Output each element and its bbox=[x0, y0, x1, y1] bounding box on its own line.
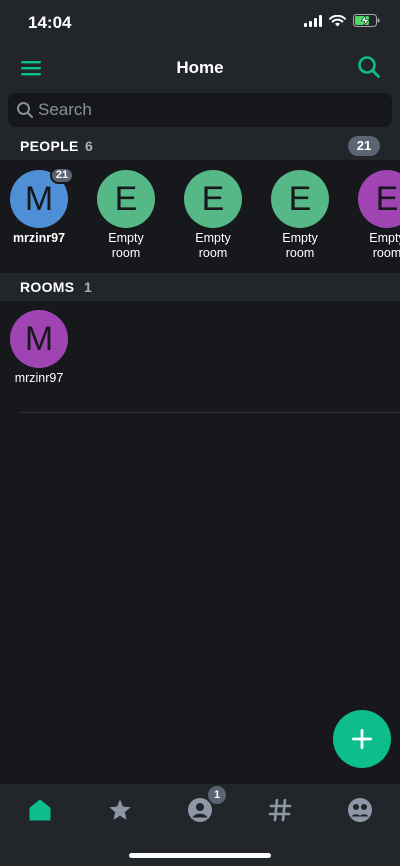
top-app-bar: Home bbox=[0, 46, 400, 90]
wifi-icon bbox=[329, 14, 346, 26]
search-input[interactable] bbox=[38, 93, 378, 127]
home-screen: 14:04 Home Search PEOPLE 6 21 M 21 mrzin… bbox=[0, 0, 400, 866]
person-icon bbox=[188, 798, 212, 822]
page-title: Home bbox=[176, 58, 224, 77]
avatar-initial: E bbox=[375, 179, 399, 218]
person-name-line2: room bbox=[285, 246, 315, 260]
status-time: 14:04 bbox=[28, 13, 72, 32]
person-name-line2: room bbox=[111, 246, 141, 260]
avatar-initial: E bbox=[288, 179, 312, 218]
person-item[interactable]: E Empty room bbox=[174, 170, 252, 261]
person-item[interactable]: E Empty room bbox=[87, 170, 165, 261]
person-name: Empty room bbox=[261, 231, 339, 261]
search-box[interactable] bbox=[8, 93, 392, 127]
hashtag-icon bbox=[268, 798, 292, 822]
unread-badge: 21 bbox=[50, 167, 74, 184]
rooms-section-header[interactable]: ROOMS 1 bbox=[0, 273, 400, 301]
rooms-section-title: ROOMS bbox=[20, 279, 75, 295]
home-icon bbox=[29, 799, 51, 821]
list-divider bbox=[20, 412, 400, 413]
home-indicator bbox=[129, 853, 271, 858]
battery-charging-icon bbox=[353, 14, 380, 27]
avatar: E bbox=[184, 170, 242, 228]
create-room-button[interactable] bbox=[333, 710, 391, 768]
room-name: mrzinr97 bbox=[14, 371, 64, 385]
people-tab-badge: 1 bbox=[208, 786, 226, 804]
avatar: E bbox=[271, 170, 329, 228]
tab-communities[interactable] bbox=[340, 796, 380, 824]
avatar-initial: M bbox=[24, 319, 54, 358]
search-icon[interactable] bbox=[356, 54, 382, 80]
tab-home[interactable] bbox=[20, 796, 60, 824]
avatar-initial: M bbox=[24, 179, 54, 218]
people-section-title: PEOPLE bbox=[20, 138, 79, 154]
person-name-line2: room bbox=[198, 246, 228, 260]
person-name-line1: Empty bbox=[108, 231, 144, 245]
room-item[interactable]: M mrzinr97 bbox=[0, 310, 78, 386]
tab-rooms[interactable] bbox=[260, 796, 300, 824]
person-name: Empty room bbox=[348, 231, 400, 261]
person-name-line1: Empty bbox=[369, 231, 400, 245]
avatar: E bbox=[358, 170, 400, 228]
avatar-initial: E bbox=[114, 179, 138, 218]
plus-icon bbox=[352, 729, 372, 749]
status-icons bbox=[304, 14, 380, 27]
person-item[interactable]: E Empty room bbox=[348, 170, 400, 261]
people-unread-badge: 21 bbox=[348, 136, 380, 156]
person-name: Empty room bbox=[87, 231, 165, 261]
tab-people[interactable]: 1 bbox=[180, 786, 226, 824]
avatar-initial: E bbox=[201, 179, 225, 218]
people-section-header[interactable]: PEOPLE 6 21 bbox=[0, 132, 400, 160]
people-list: M 21 mrzinr97 E Empty room E Empty room bbox=[0, 160, 400, 272]
people-section-count: 6 bbox=[85, 138, 93, 154]
star-icon bbox=[109, 799, 131, 820]
avatar: M 21 bbox=[10, 167, 74, 228]
person-name-line1: Empty bbox=[195, 231, 231, 245]
person-name: Empty room bbox=[174, 231, 252, 261]
communities-icon bbox=[348, 798, 372, 822]
rooms-section-count: 1 bbox=[84, 279, 92, 295]
status-bar: 14:04 bbox=[0, 0, 400, 46]
person-name: mrzinr97 bbox=[12, 231, 66, 245]
avatar: E bbox=[97, 170, 155, 228]
tab-favourites[interactable] bbox=[100, 796, 140, 824]
person-item[interactable]: M 21 mrzinr97 bbox=[0, 167, 78, 246]
search-bar bbox=[0, 90, 400, 132]
search-field-icon bbox=[17, 102, 33, 118]
person-item[interactable]: E Empty room bbox=[261, 170, 339, 261]
person-name-line1: Empty bbox=[282, 231, 318, 245]
cellular-signal-icon bbox=[304, 14, 322, 27]
avatar: M bbox=[10, 310, 68, 368]
person-name-line2: room bbox=[372, 246, 400, 260]
